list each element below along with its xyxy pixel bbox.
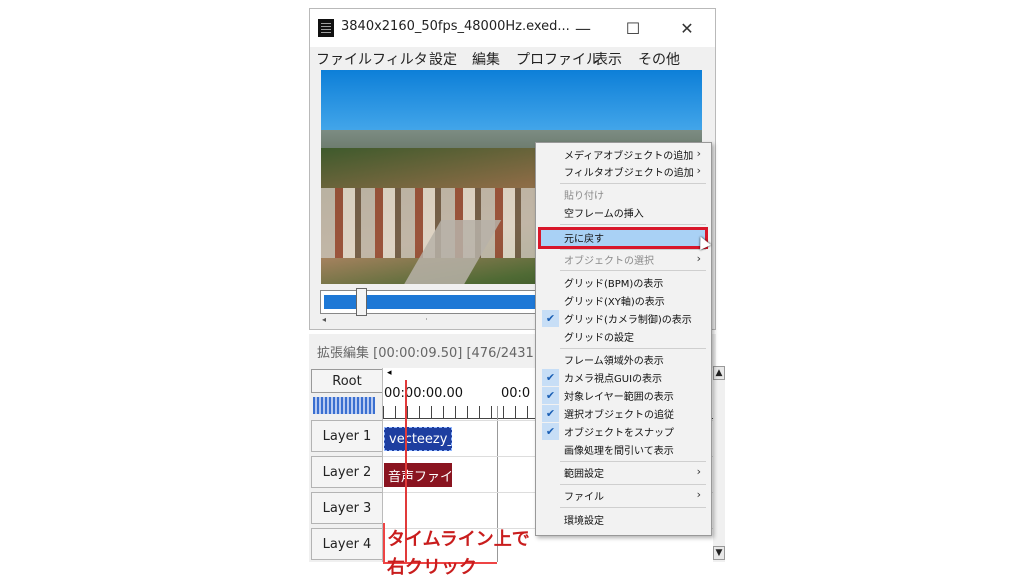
menu-grid-xy[interactable]: グリッド(XY軸)の表示 <box>536 292 711 309</box>
window-title: 3840x2160_50fps_48000Hz.exed... <box>341 19 570 34</box>
menu-item-label: メディアオブジェクトの追加 <box>564 151 694 162</box>
menu-select-object[interactable]: オブジェクトの選択 › <box>536 251 711 268</box>
check-icon: ✔ <box>542 310 559 327</box>
menu-paste[interactable]: 貼り付け <box>536 186 711 203</box>
menu-bar: ファイル フィルタ 設定 編集 プロファイル 表示 その他 <box>310 47 715 69</box>
menu-grid-bpm[interactable]: グリッド(BPM)の表示 <box>536 274 711 291</box>
timeline-header: 拡張編集 [00:00:09.50] [476/2431] <box>317 346 539 361</box>
menu-separator <box>560 461 706 462</box>
menu-separator <box>560 249 706 250</box>
seek-thumb[interactable] <box>356 288 367 316</box>
menu-item-label: 貼り付け <box>564 191 604 202</box>
menu-add-filter-object[interactable]: フィルタオブジェクトの追加 › <box>536 163 711 180</box>
check-icon: ✔ <box>542 369 559 386</box>
layer-1-label[interactable]: Layer 1 <box>311 420 383 452</box>
menu-filter[interactable]: フィルタ <box>372 49 428 69</box>
menu-grid-settings[interactable]: グリッドの設定 <box>536 328 711 345</box>
check-icon: ✔ <box>542 405 559 422</box>
menu-snap-objects[interactable]: ✔ オブジェクトをスナップ <box>536 423 711 440</box>
check-icon: ✔ <box>542 423 559 440</box>
menu-item-label: ファイル <box>564 492 604 503</box>
menu-item-label: オブジェクトをスナップ <box>564 428 674 439</box>
menu-separator <box>560 348 706 349</box>
menu-other[interactable]: その他 <box>638 49 680 69</box>
seek-bar[interactable] <box>320 290 552 314</box>
menu-item-label: フレーム領域外の表示 <box>564 356 664 367</box>
scroll-up-icon[interactable]: ▲ <box>713 366 725 380</box>
menu-item-label: 元に戻す <box>564 234 604 245</box>
menu-item-label: オブジェクトの選択 <box>564 256 654 267</box>
menu-item-label: 環境設定 <box>564 516 604 527</box>
menu-environment-settings[interactable]: 環境設定 <box>536 511 711 528</box>
menu-item-label: グリッド(XY軸)の表示 <box>564 297 665 308</box>
layer-2-label[interactable]: Layer 2 <box>311 456 383 488</box>
menu-range-settings[interactable]: 範囲設定 › <box>536 464 711 481</box>
menu-thin-image-processing[interactable]: 画像処理を間引いて表示 <box>536 441 711 458</box>
menu-undo[interactable]: 元に戻す <box>536 229 711 246</box>
menu-show-outside-frame[interactable]: フレーム領域外の表示 <box>536 351 711 368</box>
menu-file-sub[interactable]: ファイル › <box>536 487 711 504</box>
menu-camera-gui[interactable]: ✔ カメラ視点GUIの表示 <box>536 369 711 386</box>
layer-3-label[interactable]: Layer 3 <box>311 492 383 524</box>
menu-item-label: 対象レイヤー範囲の表示 <box>564 392 674 403</box>
menu-separator <box>560 270 706 271</box>
menu-item-label: フィルタオブジェクトの追加 <box>564 168 694 179</box>
scroll-down-icon[interactable]: ▼ <box>713 546 725 560</box>
menu-edit[interactable]: 編集 <box>472 49 500 69</box>
menu-item-label: グリッド(BPM)の表示 <box>564 279 664 290</box>
zoom-scale-bar[interactable] <box>313 397 375 414</box>
menu-item-label: 画像処理を間引いて表示 <box>564 446 674 457</box>
time-mark-0: 00:00:00.00 <box>384 386 464 401</box>
menu-separator <box>560 183 706 184</box>
menu-separator <box>560 484 706 485</box>
menu-grid-camera[interactable]: ✔ グリッド(カメラ制御)の表示 <box>536 310 711 327</box>
context-menu: メディアオブジェクトの追加 › フィルタオブジェクトの追加 › 貼り付け 空フレーム… <box>535 142 712 536</box>
menu-insert-empty-frame[interactable]: 空フレームの挿入 <box>536 204 711 221</box>
vertical-scrollbar[interactable]: ▲ ▼ <box>713 366 725 562</box>
submenu-arrow-icon: › <box>696 147 701 160</box>
submenu-arrow-icon: › <box>696 465 701 478</box>
menu-separator <box>560 224 706 225</box>
submenu-arrow-icon: › <box>696 488 701 501</box>
menu-view[interactable]: 表示 <box>594 49 622 69</box>
minimize-button[interactable]: — <box>561 13 605 43</box>
menu-file[interactable]: ファイル <box>316 49 372 69</box>
menu-item-label: 空フレームの挿入 <box>564 209 644 220</box>
menu-follow-selected[interactable]: ✔ 選択オブジェクトの追従 <box>536 405 711 422</box>
annotation-text: タイムライン上で 右クリック <box>387 529 530 578</box>
check-icon: ✔ <box>542 387 559 404</box>
app-icon <box>318 19 334 37</box>
menu-item-label: 範囲設定 <box>564 469 604 480</box>
scroll-left-icon[interactable]: ◂ <box>387 368 392 378</box>
audio-clip[interactable]: 音声ファイル <box>384 463 452 487</box>
menu-separator <box>560 507 706 508</box>
close-button[interactable]: ✕ <box>665 13 709 43</box>
menu-item-label: カメラ視点GUIの表示 <box>564 374 663 385</box>
time-mark-1: 00:0 <box>501 386 531 401</box>
menu-profile[interactable]: プロファイル <box>516 49 600 69</box>
layer-4-label[interactable]: Layer 4 <box>311 528 383 560</box>
menu-target-layer-range[interactable]: ✔ 対象レイヤー範囲の表示 <box>536 387 711 404</box>
menu-settings[interactable]: 設定 <box>429 49 457 69</box>
submenu-arrow-icon: › <box>696 252 701 265</box>
menu-item-label: グリッド(カメラ制御)の表示 <box>564 315 692 326</box>
menu-add-media-object[interactable]: メディアオブジェクトの追加 › <box>536 146 711 163</box>
menu-item-label: グリッドの設定 <box>564 333 634 344</box>
video-clip[interactable]: vecteezy_a <box>384 427 452 451</box>
submenu-arrow-icon: › <box>696 164 701 177</box>
root-button[interactable]: Root <box>311 369 383 393</box>
menu-item-label: 選択オブジェクトの追従 <box>564 410 674 421</box>
seek-ticks: ◂ · <box>322 315 428 324</box>
title-bar: 3840x2160_50fps_48000Hz.exed... — ☐ ✕ <box>310 9 715 47</box>
maximize-button[interactable]: ☐ <box>611 13 655 43</box>
